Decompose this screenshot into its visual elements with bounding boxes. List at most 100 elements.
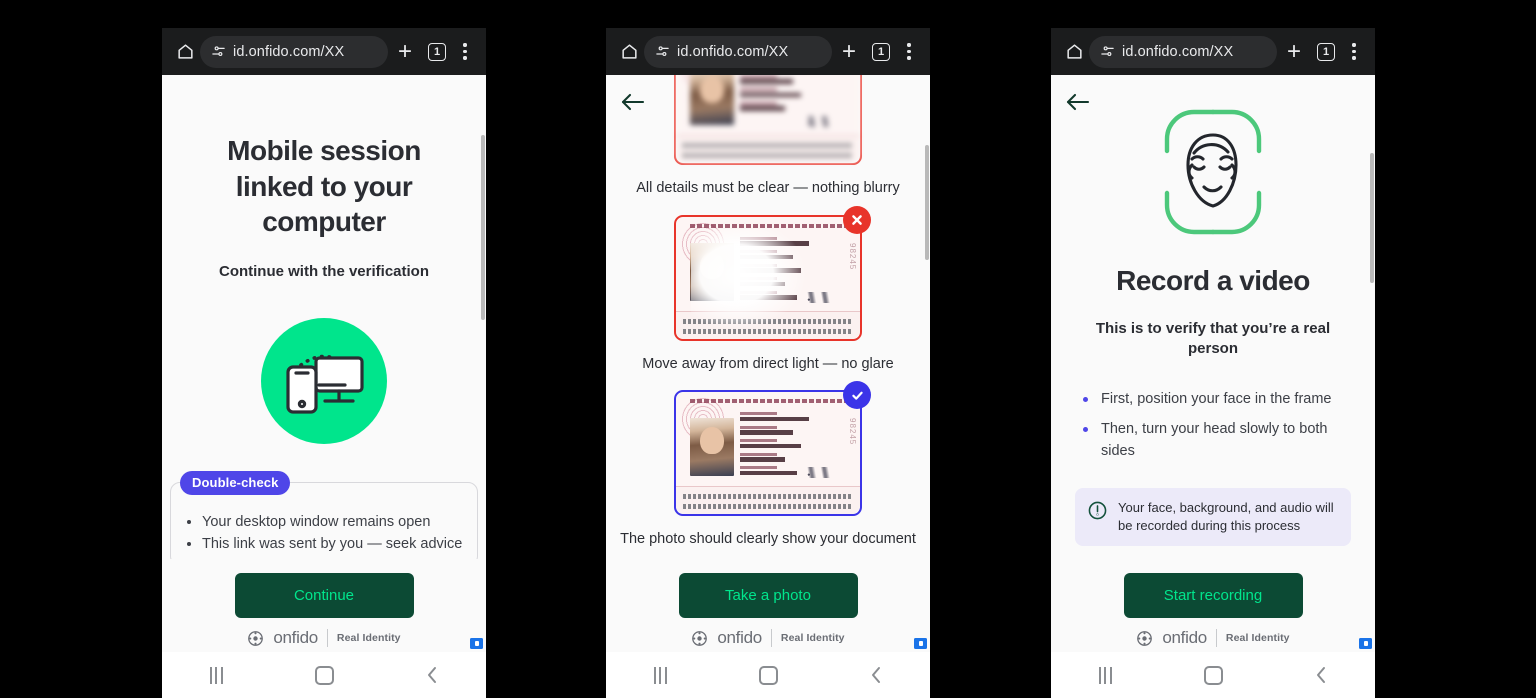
back-button[interactable]	[851, 665, 901, 685]
tab-switcher-button[interactable]: 1	[1311, 42, 1341, 61]
browser-toolbar: id.onfido.com/XX + 1	[1051, 28, 1375, 75]
chevron-left-icon	[871, 667, 880, 683]
example-caption: The photo should clearly show your docum…	[620, 531, 916, 548]
exclamation-circle-icon	[1088, 501, 1107, 520]
recent-apps-button[interactable]	[1080, 666, 1130, 684]
plus-icon[interactable]: +	[388, 39, 422, 64]
home-icon[interactable]	[1059, 42, 1089, 61]
tab-count: 1	[872, 42, 890, 61]
recent-apps-button[interactable]	[635, 666, 685, 684]
double-check-badge: Double-check	[180, 470, 291, 495]
list-item: This link was sent by you — seek advice	[185, 533, 463, 555]
onfido-logo-icon	[1137, 630, 1153, 646]
webpage-panel-2: All details must be clear — nothing blur…	[606, 75, 930, 652]
back-arrow-icon[interactable]	[1065, 87, 1097, 117]
recording-notice-text: Your face, background, and audio will be…	[1118, 500, 1334, 533]
site-settings-icon	[212, 46, 225, 57]
plus-icon[interactable]: +	[1277, 39, 1311, 64]
tab-switcher-button[interactable]: 1	[422, 42, 452, 61]
home-button[interactable]	[299, 665, 349, 685]
address-bar[interactable]: id.onfido.com/XX	[200, 35, 388, 68]
status-bar	[162, 0, 486, 28]
android-nav-bar	[1051, 652, 1375, 698]
footer-divider	[770, 629, 772, 647]
example-caption: Move away from direct light — no glare	[642, 355, 894, 372]
page-subtitle: Continue with the verification	[218, 262, 429, 280]
double-check-list: Your desktop window remains open This li…	[185, 511, 463, 555]
take-a-photo-button[interactable]: Take a photo	[678, 573, 858, 618]
double-check-card: Double-check Your desktop window remains…	[170, 470, 478, 559]
address-bar[interactable]: id.onfido.com/XX	[644, 35, 832, 68]
chevron-left-icon	[427, 667, 436, 683]
brand-tagline: Real Identity	[336, 632, 401, 644]
brand-name: onfido	[717, 628, 762, 647]
page-scrollbar[interactable]	[925, 145, 929, 260]
footer-divider	[1215, 629, 1217, 647]
page-scrollbar[interactable]	[481, 135, 485, 320]
document-example-good: 98245	[674, 381, 871, 517]
webpage-panel-1: Mobile session linked to your computer C…	[162, 75, 486, 652]
face-in-frame-icon	[1164, 109, 1262, 235]
three-dot-menu-icon[interactable]	[1341, 43, 1367, 60]
onfido-footer: onfido Real Identity	[162, 628, 486, 652]
recent-apps-button[interactable]	[191, 666, 241, 684]
tab-switcher-button[interactable]: 1	[866, 42, 896, 61]
phone-panel-3: id.onfido.com/XX + 1 Record a video This…	[1051, 0, 1375, 698]
screenshot-stage: id.onfido.com/XX + 1 Mobile session link…	[0, 0, 1536, 698]
three-dot-menu-icon[interactable]	[452, 43, 478, 60]
home-button[interactable]	[743, 665, 793, 685]
page-subtitle: This is to verify that you’re a real per…	[1095, 319, 1331, 357]
corner-blue-badge	[470, 638, 483, 649]
back-button[interactable]	[1296, 665, 1346, 685]
corner-blue-badge	[1359, 638, 1372, 649]
back-arrow-icon[interactable]	[620, 87, 652, 117]
list-item: Your desktop window remains open	[185, 511, 463, 533]
browser-toolbar: id.onfido.com/XX + 1	[162, 28, 486, 75]
android-nav-bar	[606, 652, 930, 698]
document-example-blurry	[674, 75, 862, 165]
continue-button[interactable]: Continue	[234, 573, 414, 618]
site-settings-icon	[656, 46, 669, 57]
url-text: id.onfido.com/XX	[233, 43, 345, 60]
webpage-panel-3: Record a video This is to verify that yo…	[1051, 75, 1375, 652]
phone-and-desktop-icon	[162, 317, 486, 444]
site-settings-icon	[1101, 46, 1114, 57]
close-icon	[852, 214, 862, 225]
page-title: Mobile session linked to your computer	[227, 135, 421, 238]
onfido-footer: onfido Real Identity	[1051, 628, 1375, 652]
steps-list: First, position your face in the frame T…	[1075, 389, 1351, 462]
recording-notice: Your face, background, and audio will be…	[1075, 488, 1351, 547]
check-mark-badge	[843, 381, 871, 410]
brand-tagline: Real Identity	[780, 632, 845, 644]
brand-name: onfido	[1162, 628, 1207, 647]
brand-tagline: Real Identity	[1225, 632, 1290, 644]
list-item: Then, turn your head slowly to both side…	[1079, 419, 1351, 463]
phone-panel-1: id.onfido.com/XX + 1 Mobile session link…	[162, 0, 486, 698]
list-item: First, position your face in the frame	[1079, 389, 1351, 411]
browser-toolbar: id.onfido.com/XX + 1	[606, 28, 930, 75]
home-icon[interactable]	[170, 42, 200, 61]
brand-name: onfido	[273, 628, 318, 647]
home-button[interactable]	[1188, 665, 1238, 685]
status-bar	[606, 0, 930, 28]
document-example-glare: 98245	[674, 205, 871, 341]
address-bar[interactable]: id.onfido.com/XX	[1089, 35, 1277, 68]
x-mark-badge	[843, 205, 871, 234]
plus-icon[interactable]: +	[832, 39, 866, 64]
onfido-logo-icon	[692, 630, 708, 646]
start-recording-button[interactable]: Start recording	[1123, 573, 1303, 618]
phone-panel-2: id.onfido.com/XX + 1 All details must be…	[606, 0, 930, 698]
status-bar	[1051, 0, 1375, 28]
back-button[interactable]	[407, 665, 457, 685]
page-scrollbar[interactable]	[1370, 153, 1374, 283]
tab-count: 1	[1317, 42, 1335, 61]
home-icon[interactable]	[614, 42, 644, 61]
onfido-logo-icon	[248, 630, 264, 646]
url-text: id.onfido.com/XX	[677, 43, 789, 60]
three-dot-menu-icon[interactable]	[896, 43, 922, 60]
android-nav-bar	[162, 652, 486, 698]
onfido-footer: onfido Real Identity	[606, 628, 930, 652]
url-text: id.onfido.com/XX	[1122, 43, 1234, 60]
page-title: Record a video	[1116, 265, 1310, 296]
chevron-left-icon	[1316, 667, 1325, 683]
